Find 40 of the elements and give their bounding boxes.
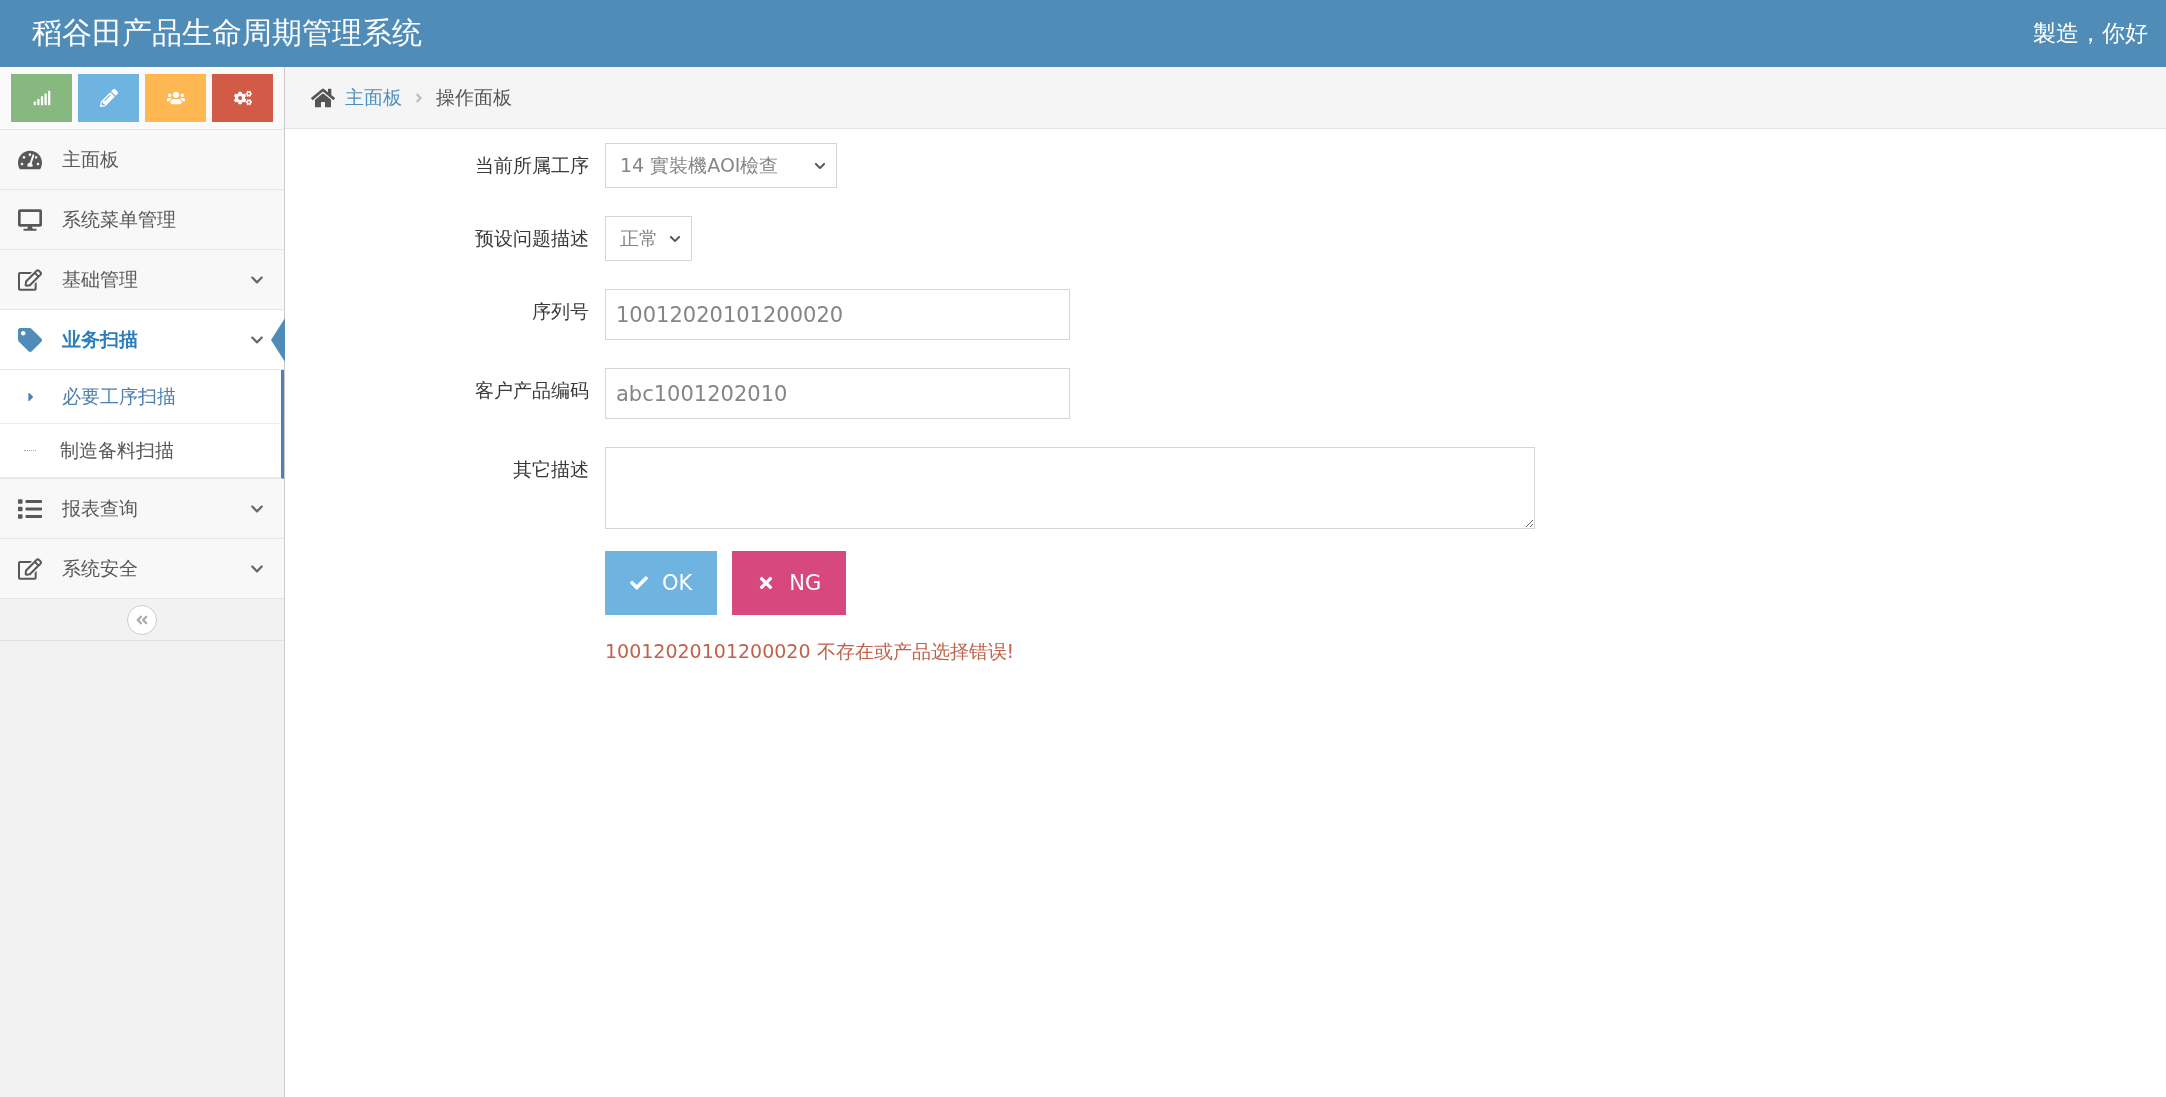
field-label: 其它描述 — [513, 457, 589, 482]
select-field[interactable]: 14 實裝機AOI檢查 — [605, 143, 837, 188]
submenu-item[interactable]: 制造备料扫描 — [0, 424, 281, 478]
signal-icon — [32, 89, 51, 107]
shortcut-button[interactable] — [145, 74, 206, 122]
user-greeting[interactable]: 製造，你好 — [2033, 18, 2148, 49]
ok-button[interactable]: OK — [605, 551, 718, 615]
field-label: 当前所属工序 — [475, 153, 589, 178]
shortcut-button[interactable] — [212, 74, 273, 122]
sidebar-item[interactable]: 系统菜单管理 — [0, 190, 284, 250]
collapse-button[interactable] — [127, 604, 157, 635]
sidebar-item[interactable]: 报表查询 — [0, 479, 284, 539]
textarea-field[interactable] — [605, 447, 1535, 529]
submenu-item[interactable]: 必要工序扫描 — [0, 370, 281, 424]
breadcrumb-current: 操作面板 — [436, 84, 512, 110]
sidebar-item[interactable]: 业务扫描 — [0, 310, 284, 370]
sidebar-item[interactable]: 基础管理 — [0, 250, 284, 310]
field-label: 预设问题描述 — [475, 226, 589, 251]
monitor-icon — [18, 207, 42, 232]
shortcut-button[interactable] — [11, 74, 72, 122]
app-title: 稻谷田产品生命周期管理系统 — [32, 14, 422, 52]
sidebar-item[interactable]: 主面板 — [0, 130, 284, 190]
input-field[interactable]: abc1001202010 — [605, 368, 1070, 419]
edit-icon — [18, 267, 42, 292]
breadcrumb-link[interactable]: 主面板 — [345, 84, 402, 111]
sidebar-item[interactable]: 系统安全 — [0, 539, 284, 599]
ng-button[interactable]: NG — [732, 551, 847, 615]
tag-icon — [18, 327, 42, 352]
users-icon — [166, 89, 185, 107]
error-message: 10012020101200020 不存在或产品选择错误! — [605, 639, 1016, 664]
list-icon — [18, 496, 42, 521]
input-field[interactable]: 10012020101200020 — [605, 289, 1070, 340]
check-icon — [630, 574, 648, 592]
field-label: 客户产品编码 — [475, 378, 589, 403]
field-label: 序列号 — [532, 299, 589, 324]
select-field[interactable]: 正常 — [605, 216, 692, 261]
edit-icon — [18, 556, 42, 581]
shortcut-button[interactable] — [78, 74, 139, 122]
pencil-icon — [99, 89, 118, 107]
gears-icon — [233, 89, 252, 107]
